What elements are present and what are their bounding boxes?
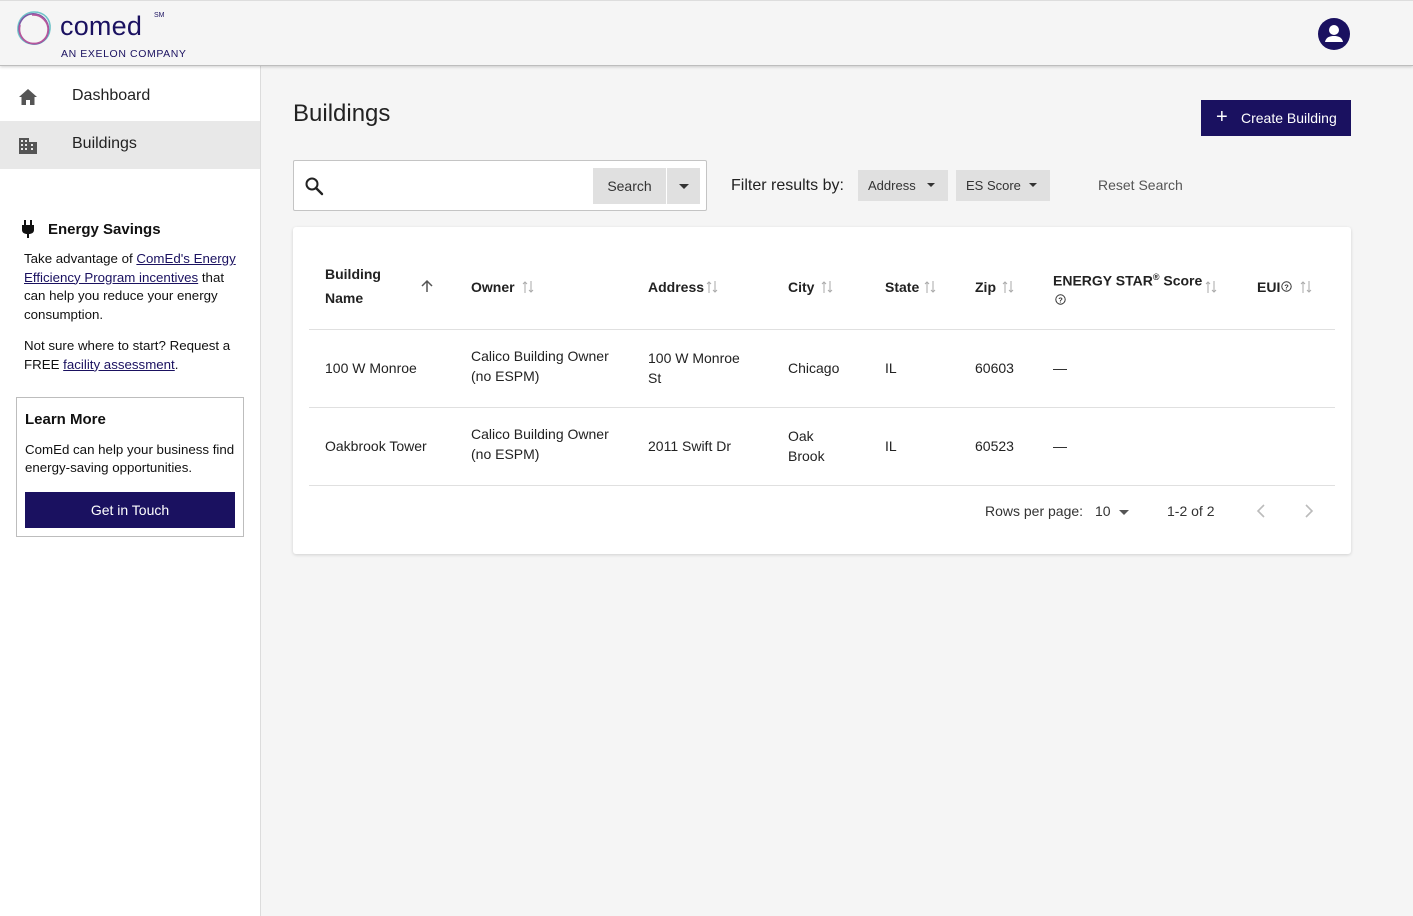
cell-zip: 60523 xyxy=(975,438,1014,454)
top-app-bar: comed SM AN EXELON COMPANY xyxy=(0,0,1413,66)
plug-icon xyxy=(22,220,34,238)
column-header-city[interactable]: City xyxy=(788,275,814,299)
next-page-button[interactable] xyxy=(1297,499,1321,523)
chevron-down-icon xyxy=(1029,183,1037,187)
cell-address: 100 W Monroe St xyxy=(648,348,740,388)
cell-owner: Calico Building Owner (no ESPM) xyxy=(471,424,609,464)
cell-owner: Calico Building Owner (no ESPM) xyxy=(471,346,609,386)
create-building-label: Create Building xyxy=(1241,110,1337,126)
cell-building-name: Oakbrook Tower xyxy=(325,438,427,454)
cell-state: IL xyxy=(885,438,897,454)
logo-wordmark: comed xyxy=(60,11,143,41)
energy-savings-title: Energy Savings xyxy=(48,221,161,238)
sort-icon[interactable] xyxy=(706,280,718,294)
column-header-zip[interactable]: Zip xyxy=(975,275,996,299)
search-icon xyxy=(305,177,324,196)
svg-text:?: ? xyxy=(1284,282,1289,291)
sidebar-item-buildings[interactable]: Buildings xyxy=(0,121,260,169)
cell-building-name: 100 W Monroe xyxy=(325,360,417,376)
column-header-building-name[interactable]: Building Name xyxy=(325,262,381,310)
cell-text: Calico Building Owner xyxy=(471,426,609,442)
cell-text: (no ESPM) xyxy=(471,368,540,384)
rows-per-page-label: Rows per page: xyxy=(985,503,1084,519)
cell-city: Chicago xyxy=(788,360,840,376)
cell-zip: 60603 xyxy=(975,360,1014,376)
sort-icon[interactable] xyxy=(821,280,833,294)
header-text: ENERGY STAR xyxy=(1053,272,1153,289)
assessment-text: Not sure where to start? Request a FREE … xyxy=(24,338,231,372)
column-header-energy-star-score[interactable]: ENERGY STAR® Score xyxy=(1053,265,1202,293)
cell-text: Oak xyxy=(788,428,814,444)
search-options-dropdown[interactable] xyxy=(667,168,700,204)
comed-logo-mark-icon xyxy=(17,11,51,45)
account-circle-icon xyxy=(1325,25,1343,42)
page-title: Buildings xyxy=(293,100,391,127)
cell-city: Oak Brook xyxy=(788,426,825,466)
learn-more-text: ComEd can help your business find energy… xyxy=(25,442,235,475)
previous-page-button[interactable] xyxy=(1249,499,1273,523)
plus-icon: + xyxy=(1216,106,1228,128)
column-header-state[interactable]: State xyxy=(885,275,919,299)
cell-es-score: — xyxy=(1053,360,1067,376)
column-header-address[interactable]: Address xyxy=(648,275,704,299)
sidebar-item-label: Dashboard xyxy=(72,87,151,104)
filter-label: Filter results by: xyxy=(731,177,844,194)
header-text: Building xyxy=(325,266,381,282)
buildings-table: Building Name Owner Address City State Z… xyxy=(293,227,1351,554)
divider xyxy=(309,407,1335,408)
sort-icon[interactable] xyxy=(1300,280,1312,294)
account-button[interactable] xyxy=(1318,18,1350,50)
cell-state: IL xyxy=(885,360,897,376)
rows-per-page-select[interactable]: 10 xyxy=(1095,497,1135,525)
home-icon xyxy=(19,89,37,105)
header-text: Name xyxy=(325,290,364,306)
divider xyxy=(309,485,1335,486)
help-icon[interactable]: ? xyxy=(1281,281,1292,292)
cell-text: St xyxy=(648,370,662,386)
sidebar: Dashboard Buildings Energy Savings Take … xyxy=(0,66,261,916)
pagination-range: 1-2 of 2 xyxy=(1167,503,1215,519)
cell-text: (no ESPM) xyxy=(471,446,540,462)
cell-text: Brook xyxy=(788,448,825,464)
create-building-button[interactable]: + Create Building xyxy=(1201,100,1351,136)
learn-more-card: Learn More ComEd can help your business … xyxy=(16,397,244,537)
sort-ascending-icon[interactable] xyxy=(420,279,434,293)
cell-es-score: — xyxy=(1053,438,1067,454)
filter-chip-label: ES Score xyxy=(966,178,1021,193)
search-input[interactable] xyxy=(332,169,582,203)
logo-tagline: AN EXELON COMPANY xyxy=(61,48,187,60)
svg-text:?: ? xyxy=(1058,295,1063,304)
facility-assessment-link[interactable]: facility assessment xyxy=(63,357,175,372)
learn-more-title: Learn More xyxy=(25,411,106,428)
chevron-down-icon xyxy=(679,184,689,189)
sort-icon[interactable] xyxy=(924,280,936,294)
sidebar-item-dashboard[interactable]: Dashboard xyxy=(0,73,260,121)
chevron-down-icon xyxy=(1119,510,1129,515)
get-in-touch-button[interactable]: Get in Touch xyxy=(25,492,235,528)
filter-chip-label: Address xyxy=(868,178,916,193)
header-text: Score xyxy=(1159,272,1203,289)
cell-text: 100 W Monroe xyxy=(648,350,740,366)
filter-es-score-chip[interactable]: ES Score xyxy=(956,170,1050,201)
cell-text: Calico Building Owner xyxy=(471,348,609,364)
sort-icon[interactable] xyxy=(1002,280,1014,294)
chevron-down-icon xyxy=(927,183,935,187)
search-box: Search xyxy=(293,160,707,211)
building-icon xyxy=(19,138,37,154)
sort-icon[interactable] xyxy=(1205,280,1217,294)
cell-address: 2011 Swift Dr xyxy=(648,438,731,454)
search-button[interactable]: Search xyxy=(593,168,666,204)
filter-address-chip[interactable]: Address xyxy=(858,170,948,201)
logo-service-mark: SM xyxy=(154,12,165,19)
column-header-owner[interactable]: Owner xyxy=(471,275,515,299)
sidebar-item-label: Buildings xyxy=(72,135,137,152)
rows-per-page-value: 10 xyxy=(1095,503,1111,519)
help-icon[interactable]: ? xyxy=(1055,294,1066,305)
sort-icon[interactable] xyxy=(522,280,534,294)
reset-search-link[interactable]: Reset Search xyxy=(1098,177,1183,193)
column-header-eui[interactable]: EUI xyxy=(1257,275,1280,299)
comed-logo[interactable]: comed SM AN EXELON COMPANY xyxy=(14,9,194,61)
divider xyxy=(309,329,1335,330)
energy-savings-text: Take advantage of ComEd's Energy Efficie… xyxy=(24,251,236,322)
